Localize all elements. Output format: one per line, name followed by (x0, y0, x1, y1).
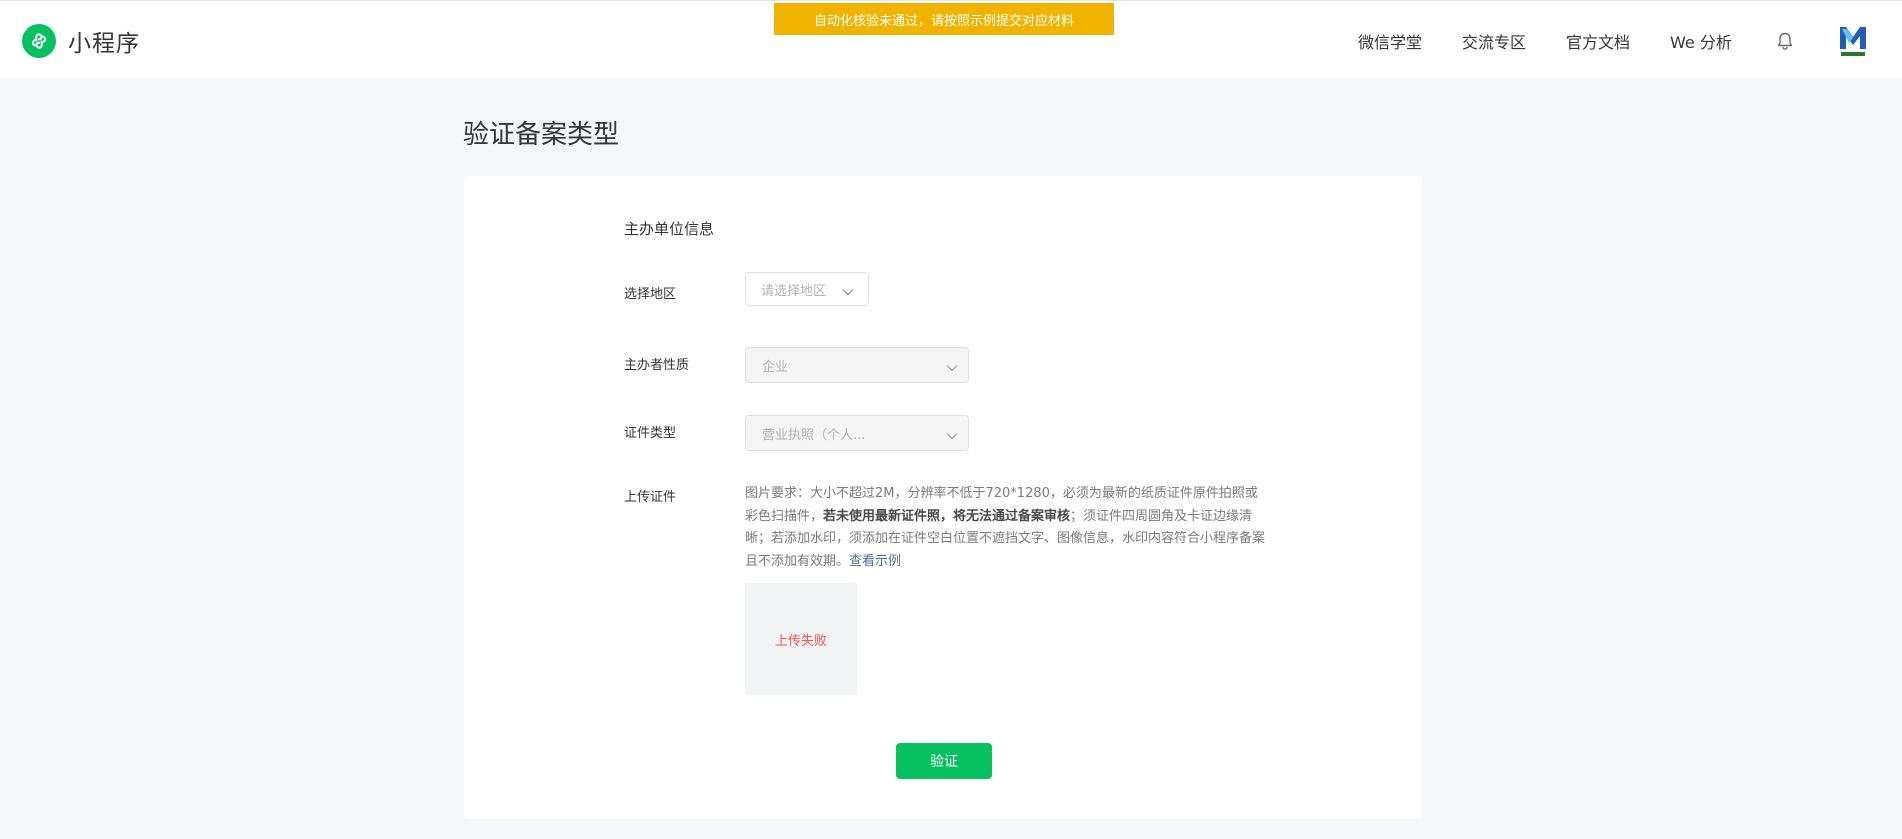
upload-box[interactable]: 上传失败 (745, 583, 857, 695)
nature-select: 企业 (745, 347, 969, 383)
chevron-down-icon (946, 361, 958, 376)
cert-type-label: 证件类型 (624, 426, 677, 441)
upload-label: 上传证件 (624, 490, 677, 505)
nav-item-we-analysis[interactable]: We 分析 (1670, 29, 1732, 53)
mini-program-logo-icon (22, 23, 56, 58)
notice-banner: 自动化核验未通过，请按照示例提交对应材料 (774, 3, 1114, 35)
cert-type-select: 营业执照（个人... (745, 415, 969, 451)
top-nav: 微信学堂 交流专区 官方文档 We 分析 (1358, 29, 1772, 53)
upload-status: 上传失败 (774, 633, 827, 649)
upload-desc-warning: 若未使用最新证件照，将无法通过备案审核 (823, 508, 1071, 524)
page-title: 验证备案类型 (463, 120, 620, 150)
nav-item-wechat-academy[interactable]: 微信学堂 (1358, 29, 1422, 53)
section-title: 主办单位信息 (624, 220, 715, 238)
avatar[interactable] (1837, 23, 1869, 57)
cert-type-value: 营业执照（个人... (762, 427, 866, 443)
chevron-down-icon (946, 429, 958, 444)
upload-requirements: 图片要求：大小不超过2M，分辨率不低于720*1280，必须为最新的纸质证件原件… (745, 483, 1270, 573)
bell-icon[interactable] (1774, 30, 1796, 52)
region-label: 选择地区 (624, 287, 677, 302)
logo-text: 小程序 (68, 30, 140, 57)
nav-item-community[interactable]: 交流专区 (1462, 29, 1526, 53)
chevron-down-icon (842, 285, 854, 300)
nav-item-official-docs[interactable]: 官方文档 (1566, 29, 1630, 53)
nature-label: 主办者性质 (624, 358, 690, 373)
nature-value: 企业 (762, 359, 789, 375)
logo[interactable]: 小程序 (22, 23, 140, 58)
view-example-link[interactable]: 查看示例 (849, 554, 901, 569)
top-header: 小程序 自动化核验未通过，请按照示例提交对应材料 微信学堂 交流专区 官方文档 … (0, 0, 1902, 78)
verify-button[interactable]: 验证 (896, 743, 992, 779)
form-card: 主办单位信息 选择地区 请选择地区 主办者性质 企业 证件类型 营业执照（个人.… (464, 176, 1423, 819)
region-select[interactable]: 请选择地区 (745, 272, 869, 306)
region-placeholder: 请选择地区 (761, 283, 827, 299)
